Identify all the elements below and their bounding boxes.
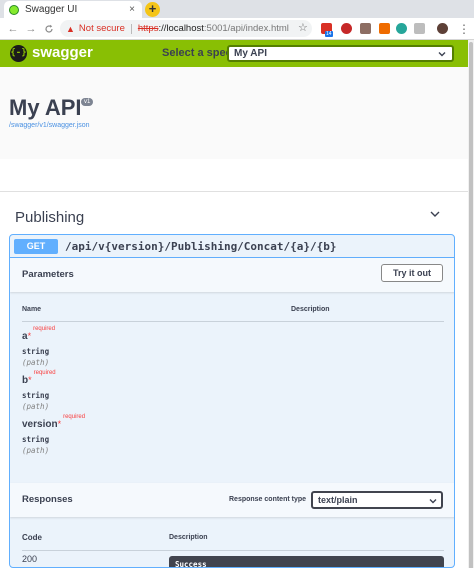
grey-extension-icon[interactable]: [414, 23, 425, 34]
spacer: [0, 159, 468, 191]
swagger-topbar: {-} swagger Select a spec My API: [0, 40, 468, 67]
selected-spec: My API: [234, 48, 267, 59]
chevron-down-icon: [429, 494, 437, 507]
column-name: Name: [22, 306, 42, 313]
required-label: required: [33, 326, 56, 332]
try-it-out-button[interactable]: Try it out: [381, 264, 443, 282]
operation-get-concat: GET /api/v{version}/Publishing/Concat/{a…: [9, 234, 455, 568]
method-badge: GET: [14, 239, 58, 254]
page-scrollbar[interactable]: [468, 40, 474, 568]
parameter-a: a*required string (path): [22, 326, 55, 367]
parameter-location: (path): [22, 402, 50, 411]
parameter-name: version: [22, 419, 58, 430]
reload-icon[interactable]: [40, 20, 58, 38]
tag-publishing[interactable]: Publishing: [15, 205, 443, 230]
parameter-location: (path): [22, 446, 50, 455]
url-scheme: https: [137, 23, 159, 34]
api-info: My API v1 /swagger/v1/swagger.json: [0, 67, 468, 159]
column-divider: [22, 321, 444, 322]
security-status: Not secure: [78, 23, 125, 34]
url-path: :5001/api/index.html: [203, 23, 289, 34]
operation-path: /api/v{version}/Publishing/Concat/{a}/{b…: [65, 240, 337, 253]
new-tab-button[interactable]: +: [145, 2, 160, 17]
required-marker: *: [57, 419, 62, 429]
parameter-type: string: [22, 391, 50, 400]
address-bar[interactable]: ▲ Not secure https ://localhost :5001/ap…: [60, 20, 312, 37]
orange-extension-icon[interactable]: [379, 23, 390, 34]
tab-close-icon[interactable]: ×: [127, 4, 137, 15]
column-response-description: Description: [169, 534, 208, 541]
response-column-divider: [22, 550, 444, 551]
required-label: required: [63, 414, 86, 420]
operation-summary[interactable]: GET /api/v{version}/Publishing/Concat/{a…: [10, 235, 454, 258]
required-label: required: [33, 370, 56, 376]
parameters-header: Parameters Try it out: [10, 258, 454, 292]
swagger-favicon-icon: [9, 4, 19, 15]
responses-title: Responses: [22, 494, 73, 505]
column-description: Description: [291, 306, 330, 313]
response-content-type-label: Response content type: [229, 496, 307, 503]
swagger-brand[interactable]: swagger: [32, 44, 93, 61]
tag-name: Publishing: [15, 209, 85, 226]
browser-toolbar: ← → ▲ Not secure https ://localhost :500…: [0, 18, 474, 40]
red-extension-icon[interactable]: [341, 23, 352, 34]
spec-json-link[interactable]: /swagger/v1/swagger.json: [9, 122, 90, 129]
parameter-b: b*required string (path): [22, 370, 56, 411]
profile-avatar-icon[interactable]: [437, 23, 448, 34]
browser-tab-bar: Swagger UI × +: [0, 0, 474, 18]
chevron-down-icon: [430, 211, 440, 217]
select-spec-label: Select a spec: [162, 47, 232, 59]
response-code: 200: [22, 554, 38, 564]
back-icon[interactable]: ←: [4, 20, 22, 38]
scrollbar-thumb[interactable]: [469, 42, 473, 568]
url-host: ://localhost: [158, 23, 204, 34]
response-content-type-select[interactable]: text/plain: [311, 491, 443, 509]
omnibox-divider: [130, 23, 132, 34]
parameter-type: string: [22, 435, 50, 444]
parameter-version: version*required string (path): [22, 414, 85, 455]
section-divider: [0, 191, 468, 192]
api-title: My API: [9, 95, 82, 120]
tab-title: Swagger UI: [25, 4, 78, 15]
mail-extension-icon[interactable]: [360, 23, 371, 34]
responses-header: Responses Response content type text/pla…: [10, 483, 454, 517]
spec-select[interactable]: My API: [227, 45, 454, 62]
column-code: Code: [22, 533, 42, 542]
response-description: Success: [175, 560, 207, 568]
browser-menu-icon[interactable]: ⋮: [458, 22, 470, 36]
swagger-logo-icon: {-}: [10, 45, 27, 62]
required-marker: *: [28, 375, 32, 385]
extension-badge: 14: [325, 31, 333, 37]
chevron-down-icon: [438, 47, 446, 60]
page: Swagger UI × + ← → ▲ Not secure https :/…: [0, 0, 474, 568]
forward-icon[interactable]: →: [22, 20, 40, 38]
browser-tab[interactable]: Swagger UI ×: [4, 1, 142, 18]
warning-icon: ▲: [66, 23, 75, 34]
required-marker: *: [27, 331, 32, 341]
response-description-box: Success: [169, 556, 444, 568]
parameters-title: Parameters: [22, 269, 74, 280]
parameter-location: (path): [22, 358, 50, 367]
parameter-type: string: [22, 347, 50, 356]
bookmark-star-icon[interactable]: ☆: [298, 21, 308, 34]
response-content-type-value: text/plain: [318, 495, 358, 505]
version-badge: v1: [81, 98, 94, 106]
teal-extension-icon[interactable]: [396, 23, 407, 34]
